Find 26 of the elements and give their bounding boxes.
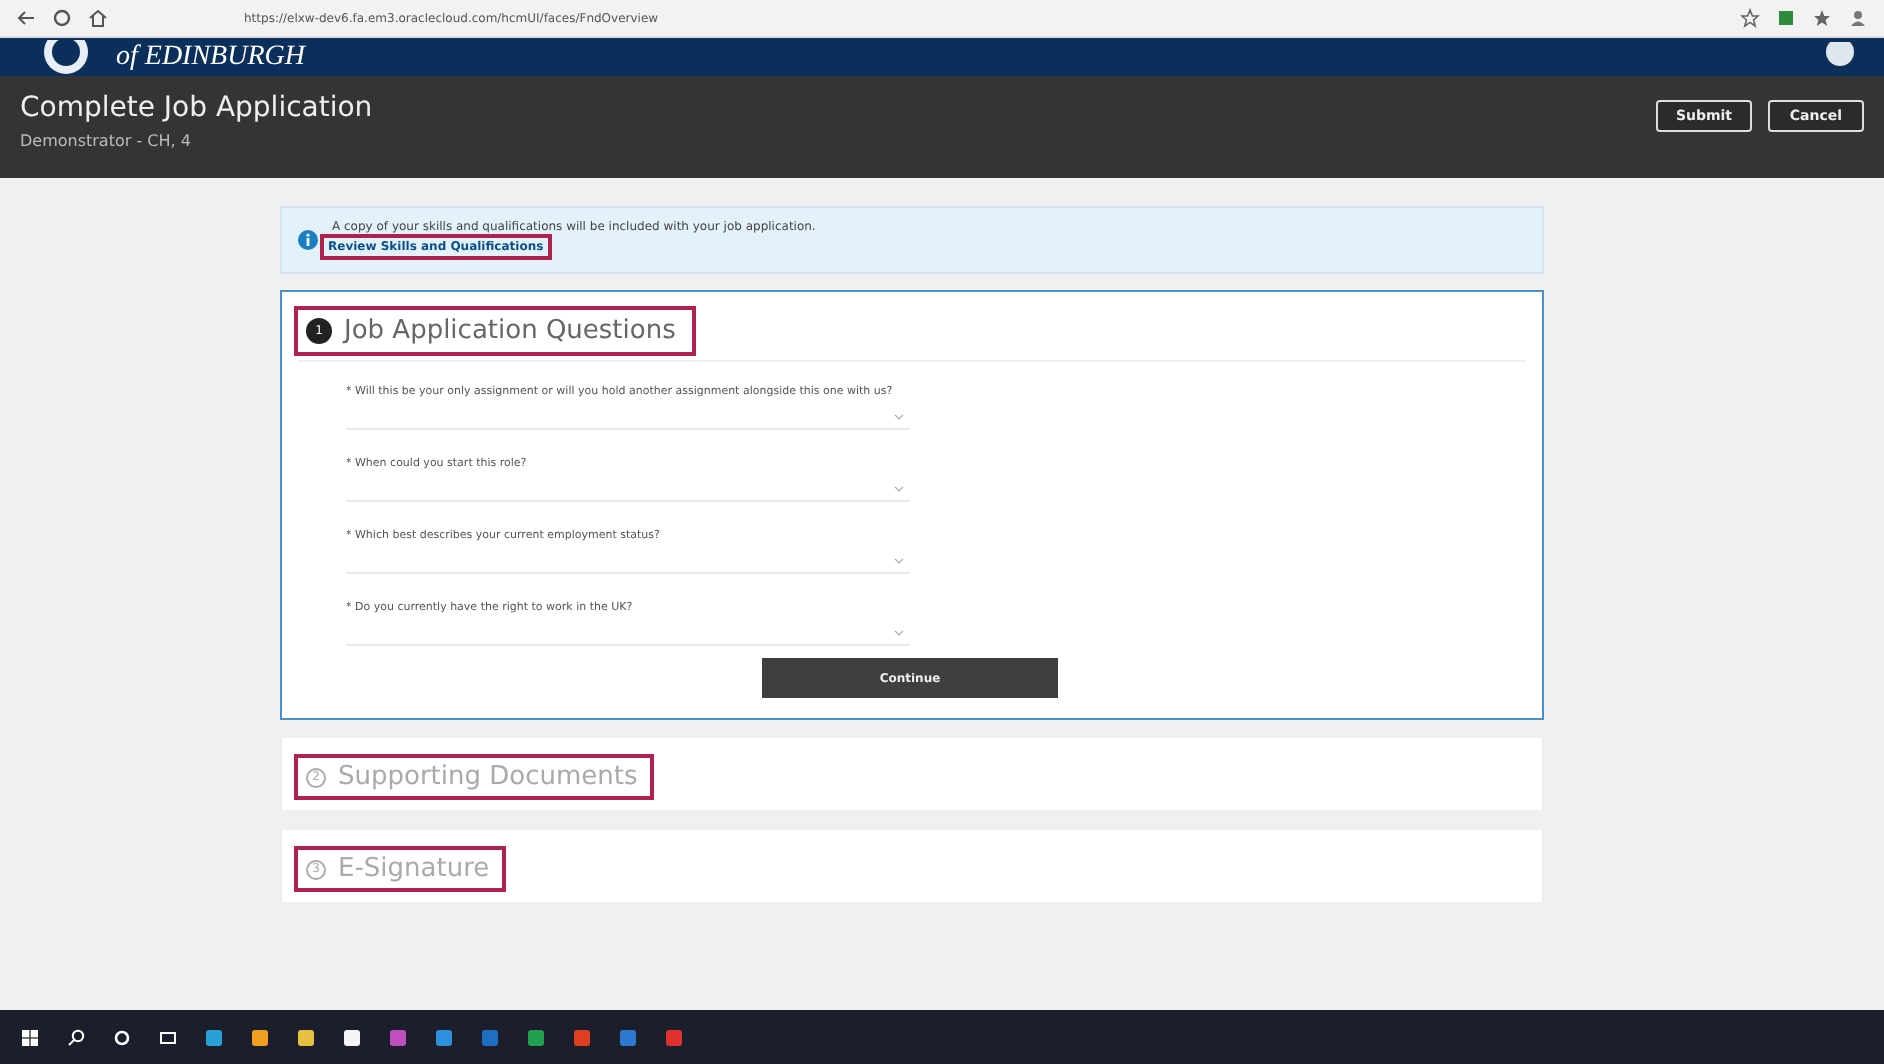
page-title: Complete Job Application	[20, 92, 373, 124]
chevron-icon	[894, 485, 904, 491]
star-icon[interactable]	[1740, 8, 1760, 28]
section-title: Supporting Documents	[338, 762, 638, 792]
favorites-icon[interactable]	[1812, 8, 1832, 28]
task-view-icon[interactable]	[158, 1027, 178, 1047]
logo-text: of EDINBURGH	[116, 41, 308, 73]
extension-icon[interactable]	[1776, 8, 1796, 28]
chevron-icon	[894, 557, 904, 563]
cortana-icon[interactable]	[112, 1027, 132, 1047]
info-icon	[298, 230, 318, 250]
search-icon[interactable]	[66, 1027, 86, 1047]
app-icon[interactable]	[296, 1027, 316, 1047]
page-subtitle: Demonstrator - CH, 4	[20, 132, 193, 150]
section-title: E-Signature	[338, 854, 490, 884]
app-icon[interactable]	[342, 1027, 362, 1047]
chevron-icon	[894, 629, 904, 635]
profile-icon[interactable]	[1848, 8, 1868, 28]
section-title: Job Application Questions	[344, 316, 676, 346]
app-icon[interactable]	[250, 1027, 270, 1047]
chevron-icon	[894, 413, 904, 419]
app-icon[interactable]	[204, 1027, 224, 1047]
refresh-icon[interactable]	[52, 8, 72, 28]
back-icon[interactable]	[16, 8, 36, 28]
windows-icon[interactable]	[20, 1027, 40, 1047]
home-icon[interactable]	[88, 8, 108, 28]
